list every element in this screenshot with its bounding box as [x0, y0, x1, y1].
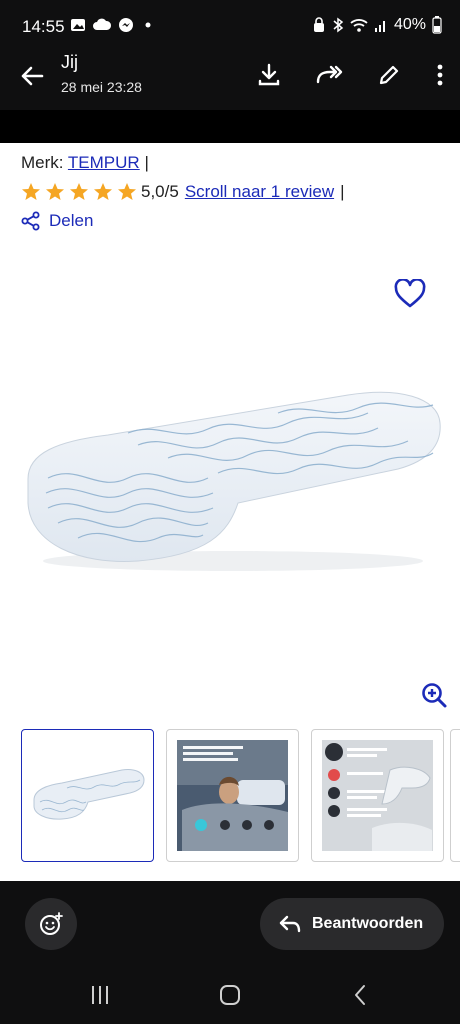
sender-name: Jij — [61, 52, 78, 72]
share-button[interactable]: Delen — [21, 211, 93, 231]
app-bar: Jij 28 mei 23:28 — [0, 52, 460, 110]
brand-link[interactable]: TEMPUR — [68, 153, 140, 172]
recents-icon[interactable] — [88, 983, 112, 1007]
dot-icon — [145, 22, 151, 28]
forward-all-icon[interactable] — [314, 60, 344, 90]
star-icon — [118, 183, 136, 200]
review-separator: | — [340, 182, 345, 201]
reply-label: Beantwoorden — [312, 915, 424, 932]
rating-line: 5,0/5 Scroll naar 1 review | — [21, 182, 345, 202]
review-link[interactable]: Scroll naar 1 review — [185, 182, 334, 202]
thumbnail-pillow-features[interactable] — [311, 729, 444, 862]
star-icon — [46, 183, 64, 200]
emoji-add-icon — [40, 912, 63, 935]
cloud-icon — [93, 18, 112, 30]
thumbnail-pillow-woman-sleeping[interactable] — [166, 729, 299, 862]
home-icon[interactable] — [219, 983, 241, 1007]
product-screenshot: Merk: TEMPUR | 5,0/5 Scroll naar 1 revie… — [0, 143, 460, 881]
status-bar: 14:55 40% — [0, 0, 460, 52]
edit-pencil-icon[interactable] — [374, 60, 404, 90]
app-bar-actions — [254, 60, 446, 90]
download-icon[interactable] — [254, 60, 284, 90]
lock-icon — [313, 17, 324, 32]
brand-separator: | — [144, 153, 149, 172]
messenger-icon — [119, 18, 133, 32]
pillow-image — [27, 391, 441, 571]
thumb-pillow-image — [33, 769, 145, 820]
status-right: 40% — [312, 16, 442, 34]
back-arrow-icon[interactable] — [18, 62, 46, 90]
rating-value: 5,0/5 — [141, 182, 179, 201]
reply-button[interactable]: Beantwoorden — [260, 898, 444, 950]
heart-icon[interactable] — [394, 279, 426, 309]
bluetooth-icon — [333, 17, 344, 33]
battery-icon — [432, 16, 442, 34]
signal-icon — [374, 21, 385, 32]
brand-label: Merk: — [21, 153, 64, 172]
star-icon — [94, 183, 112, 200]
rating-stars — [21, 182, 137, 202]
thumbnail-strip — [21, 729, 444, 862]
message-date: 28 mei 23:28 — [61, 79, 142, 95]
star-icon — [22, 183, 40, 200]
thumb-features-image — [322, 740, 433, 851]
share-label: Delen — [49, 211, 94, 230]
wifi-icon — [350, 19, 368, 32]
battery-percent: 40% — [393, 16, 426, 33]
brand-line: Merk: TEMPUR | — [21, 153, 149, 173]
nav-back-icon[interactable] — [350, 983, 370, 1007]
reply-arrow-icon — [279, 915, 301, 933]
top-strip — [0, 110, 460, 143]
status-left-icons — [70, 17, 152, 33]
bottom-bar: Beantwoorden — [0, 881, 460, 1024]
thumbnail-partial[interactable] — [450, 729, 460, 862]
star-icon — [70, 183, 88, 200]
thumbnail-pillow-main[interactable] — [21, 729, 154, 862]
status-time: 14:55 — [22, 17, 65, 36]
thumb-sleeping-image — [177, 740, 288, 851]
share-icon — [21, 211, 40, 231]
more-options-icon[interactable] — [434, 60, 446, 90]
gallery-icon — [71, 19, 85, 31]
system-navbar — [0, 971, 460, 1021]
zoom-in-icon[interactable] — [420, 681, 448, 709]
add-reaction-button[interactable] — [25, 898, 77, 950]
